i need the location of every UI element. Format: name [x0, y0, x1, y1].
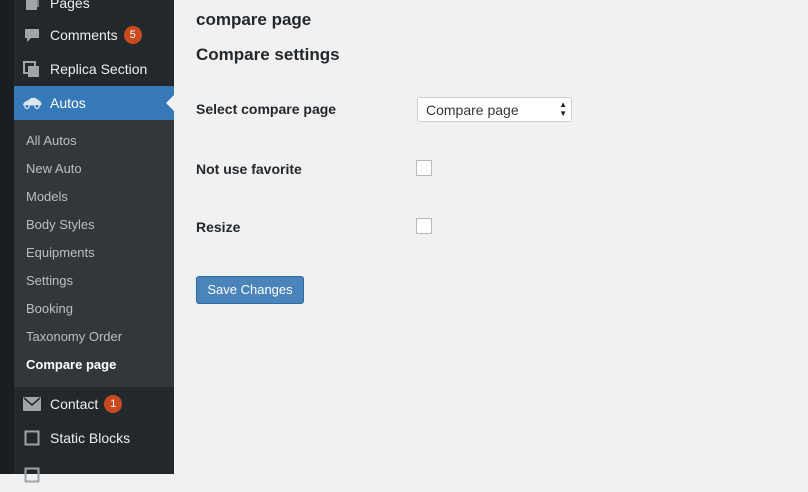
replica-icon: [22, 59, 42, 79]
submenu-item-settings[interactable]: Settings: [26, 273, 73, 288]
save-changes-button[interactable]: Save Changes: [196, 276, 304, 304]
sidebar-item-contact[interactable]: Contact 1: [14, 387, 174, 421]
select-value: Compare page: [426, 102, 519, 118]
submenu-item-body-styles[interactable]: Body Styles: [26, 217, 95, 232]
car-icon: [22, 93, 42, 113]
submenu-item-new-auto[interactable]: New Auto: [26, 161, 82, 176]
main-content: compare page Compare settings Select com…: [174, 0, 808, 474]
sidebar-item-label: Autos: [50, 95, 86, 111]
sidebar-item-label: Pages: [50, 0, 90, 11]
select-compare-page-label: Select compare page: [196, 101, 337, 117]
submenu-item-models[interactable]: Models: [26, 189, 68, 204]
select-arrows-icon: ▲ ▼: [559, 100, 567, 118]
page-title: compare page: [196, 10, 312, 29]
not-use-favorite-label: Not use favorite: [196, 161, 302, 177]
pages-icon: [22, 0, 42, 13]
square-icon: [22, 465, 42, 485]
sidebar-item-static-blocks[interactable]: Static Blocks: [14, 421, 174, 455]
autos-submenu: All Autos New Auto Models Body Styles Eq…: [14, 120, 174, 387]
compare-page-select[interactable]: Compare page ▲ ▼: [417, 97, 572, 122]
comments-count-badge: 5: [123, 26, 142, 44]
sidebar-item-label: Static Blocks: [50, 430, 131, 446]
mail-icon: [22, 394, 42, 414]
sidebar-item-autos[interactable]: Autos: [14, 86, 174, 120]
resize-label: Resize: [196, 219, 241, 235]
resize-checkbox[interactable]: [416, 218, 432, 234]
sidebar-item-label: Replica Section: [50, 61, 148, 77]
sidebar-item-label: Contact: [50, 396, 99, 412]
sidebar-item-comments[interactable]: Comments 5: [14, 18, 174, 52]
sidebar-item-label: Comments: [50, 27, 118, 43]
sidebar-item-pages[interactable]: Pages: [14, 0, 174, 20]
sidebar-item-replica-section[interactable]: Replica Section: [14, 52, 174, 86]
left-edge-strip: [0, 0, 14, 474]
submenu-item-taxonomy-order[interactable]: Taxonomy Order: [26, 329, 122, 344]
submenu-item-equipments[interactable]: Equipments: [26, 245, 95, 260]
sidebar-item-next-partial[interactable]: [14, 458, 174, 492]
submenu-item-booking[interactable]: Booking: [26, 301, 73, 316]
submenu-item-compare-page[interactable]: Compare page: [26, 357, 116, 372]
not-use-favorite-checkbox[interactable]: [416, 160, 432, 176]
section-title: Compare settings: [196, 45, 340, 64]
comment-icon: [22, 25, 42, 45]
submenu-item-all-autos[interactable]: All Autos: [26, 133, 77, 148]
contact-count-badge: 1: [104, 395, 123, 413]
admin-sidebar: Pages Comments 5 Replica Section Autos A…: [14, 0, 174, 483]
square-icon: [22, 428, 42, 448]
